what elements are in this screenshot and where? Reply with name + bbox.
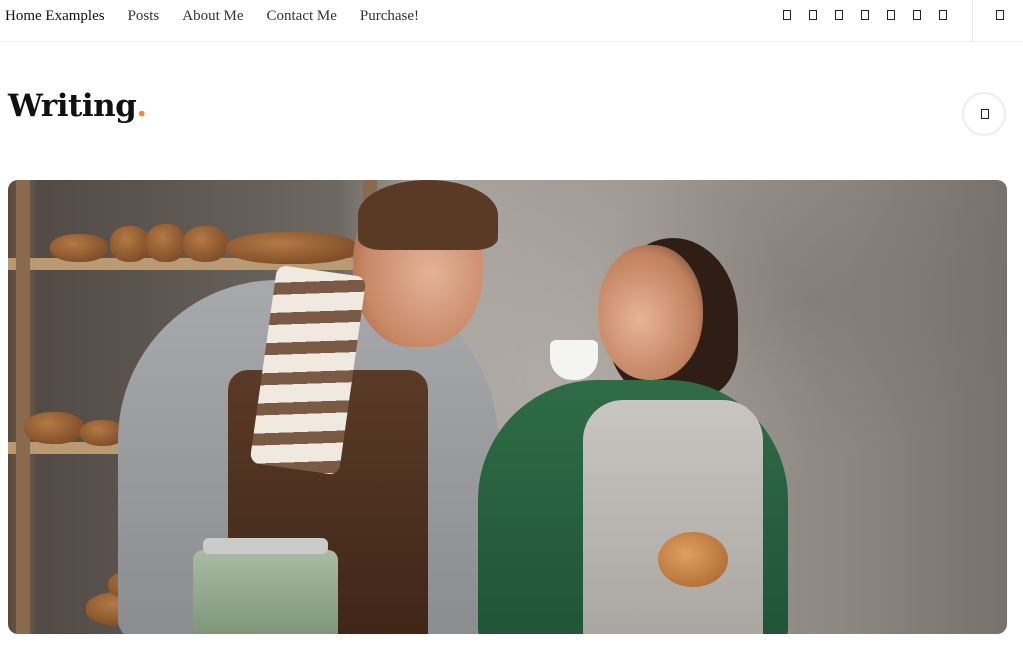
nav-purchase[interactable]: Purchase! [360, 7, 419, 25]
coffee-grinder-top [203, 538, 328, 554]
top-bar: Home Examples Posts About Me Contact Me … [0, 0, 1023, 42]
social-icon-4[interactable] [861, 10, 869, 20]
main-nav: Home Examples Posts About Me Contact Me … [5, 7, 442, 25]
social-icon-2[interactable] [809, 10, 817, 20]
social-icon-6[interactable] [913, 10, 921, 20]
bread [183, 226, 228, 262]
header-divider [972, 0, 973, 42]
croissant [658, 532, 728, 587]
coffee-cup [550, 340, 598, 380]
search-icon[interactable] [996, 10, 1004, 20]
nav-posts[interactable]: Posts [128, 7, 160, 25]
menu-button[interactable] [962, 92, 1006, 136]
woman-apron [583, 400, 763, 634]
bread [50, 234, 108, 262]
social-icon-3[interactable] [835, 10, 843, 20]
social-links [783, 10, 965, 20]
logo-dot: . [136, 88, 147, 124]
menu-icon [981, 109, 989, 119]
nav-contact-me[interactable]: Contact Me [267, 7, 337, 25]
shelf-post [16, 180, 30, 634]
bread [110, 226, 150, 262]
social-icon-1[interactable] [783, 10, 791, 20]
social-icon-5[interactable] [887, 10, 895, 20]
nav-home-examples[interactable]: Home Examples [5, 7, 105, 25]
woman-head [598, 245, 703, 380]
coffee-grinder [193, 550, 338, 634]
bread [24, 412, 84, 444]
social-icon-7[interactable] [939, 10, 947, 20]
bread [226, 232, 358, 264]
nav-about-me[interactable]: About Me [182, 7, 243, 25]
site-logo[interactable]: Writing. [8, 88, 147, 124]
logo-text: Writing [8, 88, 137, 124]
bread [146, 224, 186, 262]
hero-image [8, 180, 1007, 634]
man-hair [358, 180, 498, 250]
